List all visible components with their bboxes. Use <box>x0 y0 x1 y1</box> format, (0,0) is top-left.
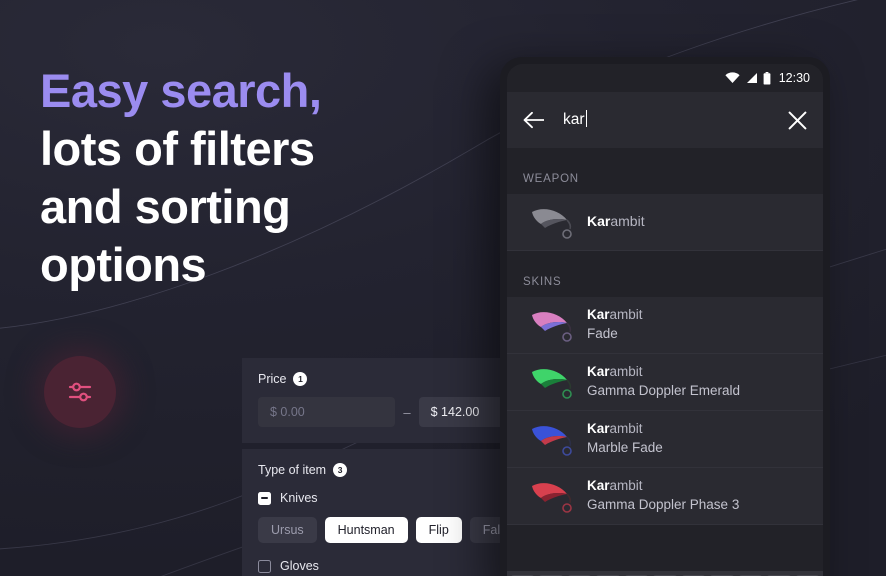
phone-screen: 12:30 kar WEAPON Karambit SKINS Karambit… <box>507 64 823 576</box>
wifi-icon <box>725 72 740 83</box>
knife-icon <box>532 312 572 342</box>
price-filter-label: Price <box>258 372 287 386</box>
result-text: Karambit <box>587 213 645 231</box>
name-rest: ambit <box>609 421 643 437</box>
filter-badge[interactable] <box>44 356 116 428</box>
match-prefix: Kar <box>587 213 611 230</box>
sliders-icon <box>68 382 92 402</box>
name-rest: ambit <box>609 478 643 494</box>
result-skin-name: Fade <box>587 326 618 341</box>
result-name-weapon: Karambit <box>587 213 645 231</box>
price-min-input[interactable]: $ 0.00 <box>258 397 396 427</box>
headline-line-2: lots of filters <box>40 122 315 175</box>
type-of-item-count-badge: 3 <box>333 463 348 477</box>
name-rest: ambit <box>609 364 643 380</box>
name-rest: ambit <box>609 307 643 323</box>
result-row-karambit-gamma-doppler-emerald[interactable]: Karambit Gamma Doppler Emerald <box>507 354 823 411</box>
result-name: Karambit <box>587 364 740 381</box>
knife-chip-ursus[interactable]: Ursus <box>258 517 317 543</box>
phone-mockup: 12:30 kar WEAPON Karambit SKINS Karambit… <box>500 57 830 576</box>
result-row-weapon-karambit[interactable]: Karambit <box>507 194 823 251</box>
match-prefix: Kar <box>587 364 610 380</box>
battery-icon <box>763 71 771 84</box>
karambit-marble-fade-thumbnail <box>523 419 587 459</box>
match-prefix: Kar <box>587 307 610 323</box>
result-skin-name: Gamma Doppler Emerald <box>587 383 741 398</box>
knife-chip-huntsman[interactable]: Huntsman <box>324 517 408 543</box>
result-row-karambit-fade[interactable]: Karambit Fade <box>507 297 823 354</box>
search-results-list: WEAPON Karambit SKINS Karambit Fade Kara… <box>507 148 823 525</box>
search-bar: kar <box>507 92 823 148</box>
section-header-weapon: WEAPON <box>507 148 823 194</box>
knives-checkbox[interactable] <box>258 491 271 505</box>
gloves-label: Gloves <box>280 559 319 573</box>
result-text: Karambit Gamma Doppler Phase 3 <box>587 478 739 514</box>
knife-chip-flip[interactable]: Flip <box>415 517 462 543</box>
type-of-item-label: Type of item <box>258 463 327 477</box>
headline-line-4: options <box>40 238 207 291</box>
result-text: Karambit Marble Fade <box>587 421 663 457</box>
headline-line-1: Easy search, <box>40 64 322 117</box>
search-input[interactable]: kar <box>563 110 770 129</box>
result-name: Karambit <box>587 421 663 438</box>
name-rest: ambit <box>610 213 645 230</box>
knife-icon <box>532 483 572 513</box>
section-header-skins: SKINS <box>507 251 823 297</box>
gloves-checkbox[interactable] <box>258 559 271 573</box>
result-name: Karambit <box>587 307 643 324</box>
close-icon[interactable] <box>788 111 807 130</box>
result-row-karambit-marble-fade[interactable]: Karambit Marble Fade <box>507 411 823 468</box>
karambit-emerald-thumbnail <box>523 362 587 402</box>
karambit-thumbnail <box>523 202 587 242</box>
result-text: Karambit Fade <box>587 307 643 343</box>
knife-icon <box>532 369 572 399</box>
result-skin-name: Gamma Doppler Phase 3 <box>587 497 740 512</box>
on-screen-keyboard: 1 2 3 4 5 6 7 8 9 0 № <box>507 571 823 576</box>
match-prefix: Kar <box>587 421 610 437</box>
karambit-fade-thumbnail <box>523 305 587 345</box>
knife-icon <box>532 209 572 239</box>
arrow-left-icon[interactable] <box>523 111 545 129</box>
result-row-karambit-gamma-doppler-phase-3[interactable]: Karambit Gamma Doppler Phase 3 <box>507 468 823 525</box>
status-bar-clock: 12:30 <box>778 71 810 85</box>
karambit-phase3-thumbnail <box>523 476 587 516</box>
headline-line-3: and sorting <box>40 180 291 233</box>
result-skin-name: Marble Fade <box>587 440 663 455</box>
price-range-separator: – <box>403 404 411 420</box>
knife-icon <box>532 426 572 456</box>
status-bar: 12:30 <box>507 64 823 92</box>
match-prefix: Kar <box>587 478 610 494</box>
headline: Easy search, lots of filters and sorting… <box>40 62 460 294</box>
result-name: Karambit <box>587 478 739 495</box>
signal-icon <box>746 73 757 83</box>
price-filter-count-badge: 1 <box>293 372 308 386</box>
knives-label: Knives <box>280 491 318 505</box>
result-text: Karambit Gamma Doppler Emerald <box>587 364 740 400</box>
